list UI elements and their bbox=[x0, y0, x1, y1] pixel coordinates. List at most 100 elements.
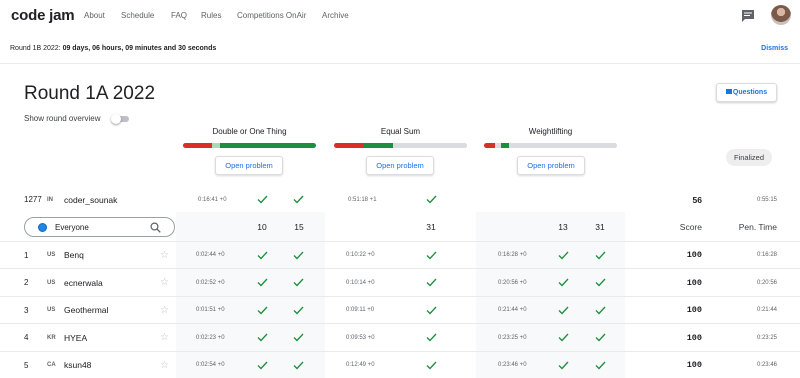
problem-2: Equal Sum Open problem bbox=[334, 126, 467, 176]
problem-1-time: 0:02:54 +0 bbox=[196, 362, 225, 368]
score: 100 bbox=[686, 277, 702, 288]
check-icon bbox=[595, 242, 606, 268]
check-icon bbox=[257, 352, 268, 378]
progress-segment bbox=[363, 143, 393, 148]
rank: 1277 bbox=[24, 195, 42, 204]
score: 100 bbox=[686, 332, 702, 343]
problem-3-time: 0:23:46 +0 bbox=[498, 362, 527, 368]
check-icon bbox=[595, 297, 606, 323]
table-row[interactable]: 2 US ecnerwala ☆ 0:02:52 +0 0:10:14 +0 0… bbox=[0, 270, 800, 297]
problem-progress-bar bbox=[484, 143, 617, 148]
problem-2-points: 31 bbox=[426, 222, 436, 232]
contestant-name[interactable]: Benq bbox=[64, 242, 84, 268]
country-filter-input[interactable]: Everyone bbox=[24, 217, 175, 237]
avatar[interactable] bbox=[771, 5, 791, 25]
country-code: US bbox=[47, 252, 56, 258]
star-icon[interactable]: ☆ bbox=[160, 352, 169, 378]
dismiss-button[interactable]: Dismiss bbox=[761, 45, 788, 52]
score: 100 bbox=[686, 305, 702, 315]
check-icon bbox=[595, 270, 606, 296]
banner-round-label: Round 1B 2022: bbox=[10, 45, 61, 52]
penalty-time: 0:23:46 bbox=[756, 362, 777, 368]
check-icon bbox=[426, 242, 437, 268]
filter-value: Everyone bbox=[55, 223, 89, 232]
score: 100 bbox=[686, 360, 702, 370]
contestant-name[interactable]: HYEA bbox=[64, 325, 87, 351]
check-icon bbox=[426, 297, 437, 323]
toggle-thumb bbox=[111, 114, 121, 124]
penalty-time: 0:23:25 bbox=[756, 334, 777, 341]
check-icon bbox=[426, 270, 437, 296]
country-code: US bbox=[47, 279, 56, 286]
open-problem-button[interactable]: Open problem bbox=[215, 156, 283, 175]
open-problem-button[interactable]: Open problem bbox=[517, 156, 585, 175]
check-icon bbox=[293, 242, 304, 268]
check-icon bbox=[293, 352, 304, 378]
my-rank-row[interactable]: 1277 IN coder_sounak 0:16:41 +0 0:51:18 … bbox=[0, 186, 800, 213]
nav-link-about[interactable]: About bbox=[84, 11, 105, 20]
star-icon[interactable]: ☆ bbox=[160, 325, 169, 351]
penalty-time: 0:55:15 bbox=[756, 196, 777, 203]
status-badge: Finalized bbox=[726, 149, 772, 166]
problem-title: Equal Sum bbox=[380, 127, 421, 136]
check-icon bbox=[595, 352, 606, 378]
penalty-time-header: Pen. Time bbox=[738, 222, 777, 232]
star-icon[interactable]: ☆ bbox=[160, 270, 169, 296]
nav-link-faq[interactable]: FAQ bbox=[171, 11, 187, 20]
check-icon bbox=[257, 297, 268, 323]
penalty-time: 0:21:44 bbox=[756, 307, 777, 313]
progress-segment bbox=[220, 143, 316, 148]
contestant-name[interactable]: ksun48 bbox=[64, 352, 91, 378]
chat-icon[interactable] bbox=[741, 9, 755, 22]
check-icon bbox=[426, 186, 437, 213]
problem-2-time: 0:12:49 +0 bbox=[346, 362, 375, 368]
check-icon bbox=[257, 325, 268, 351]
contestant-name[interactable]: ecnerwala bbox=[64, 270, 103, 296]
progress-segment bbox=[212, 143, 221, 148]
nav-link-rules[interactable]: Rules bbox=[201, 11, 221, 20]
country-code: US bbox=[47, 307, 56, 313]
search-icon[interactable] bbox=[150, 222, 161, 233]
rank: 2 bbox=[24, 278, 29, 287]
star-icon[interactable]: ☆ bbox=[160, 242, 169, 268]
table-row[interactable]: 5 CA ksun48 ☆ 0:02:54 +0 0:12:49 +0 0:23… bbox=[0, 352, 800, 378]
country-code: KR bbox=[47, 334, 56, 341]
problem-1-time: 0:02:52 +0 bbox=[196, 279, 225, 286]
table-row[interactable]: 3 US Geothermal ☆ 0:01:51 +0 0:09:11 +0 … bbox=[0, 297, 800, 324]
contestant-name[interactable]: Geothermal bbox=[64, 297, 108, 323]
page-title: Round 1A 2022 bbox=[24, 83, 156, 104]
star-icon[interactable]: ☆ bbox=[160, 297, 169, 323]
check-icon bbox=[257, 270, 268, 296]
table-row[interactable]: 4 KR HYEA ☆ 0:02:23 +0 0:09:53 +0 0:23:2… bbox=[0, 325, 800, 352]
rank: 5 bbox=[24, 360, 29, 370]
score-header: Score bbox=[679, 222, 702, 232]
problem-2-time: 0:10:14 +0 bbox=[346, 279, 375, 286]
problem-2-time: 0:10:22 +0 bbox=[346, 252, 375, 258]
problem-3-time: 0:21:44 +0 bbox=[498, 307, 527, 313]
banner-countdown: 09 days, 06 hours, 09 minutes and 30 sec… bbox=[62, 45, 217, 52]
problem-1-time: 0:16:41 +0 bbox=[198, 196, 227, 203]
country-code: IN bbox=[47, 196, 53, 203]
problem-1-time: 0:02:44 +0 bbox=[196, 252, 225, 258]
problem-1a-points: 10 bbox=[257, 222, 267, 232]
progress-segment bbox=[494, 143, 502, 148]
check-icon bbox=[426, 325, 437, 351]
nav-link-schedule[interactable]: Schedule bbox=[121, 11, 154, 20]
nav-link-archive[interactable]: Archive bbox=[322, 11, 349, 20]
penalty-time: 0:20:56 bbox=[756, 279, 777, 286]
questions-button[interactable]: Questions bbox=[716, 83, 777, 102]
round-overview-toggle[interactable] bbox=[111, 114, 129, 124]
problem-1b-points: 15 bbox=[294, 222, 304, 232]
open-problem-button[interactable]: Open problem bbox=[366, 156, 434, 175]
contestant-name[interactable]: coder_sounak bbox=[64, 186, 117, 213]
problem-progress-bar bbox=[334, 143, 467, 148]
table-row[interactable]: 1 US Benq ☆ 0:02:44 +0 0:10:22 +0 0:16:2… bbox=[0, 242, 800, 269]
check-icon bbox=[293, 270, 304, 296]
nav-link-competitions-onair[interactable]: Competitions OnAir bbox=[237, 11, 306, 20]
problem-title: Double or One Thing bbox=[212, 127, 287, 136]
problem-2-time: 0:09:53 +0 bbox=[346, 334, 375, 341]
codejam-logo[interactable]: code jam bbox=[11, 7, 75, 24]
rank: 3 bbox=[24, 305, 29, 315]
check-icon bbox=[426, 352, 437, 378]
questions-icon bbox=[725, 89, 732, 94]
